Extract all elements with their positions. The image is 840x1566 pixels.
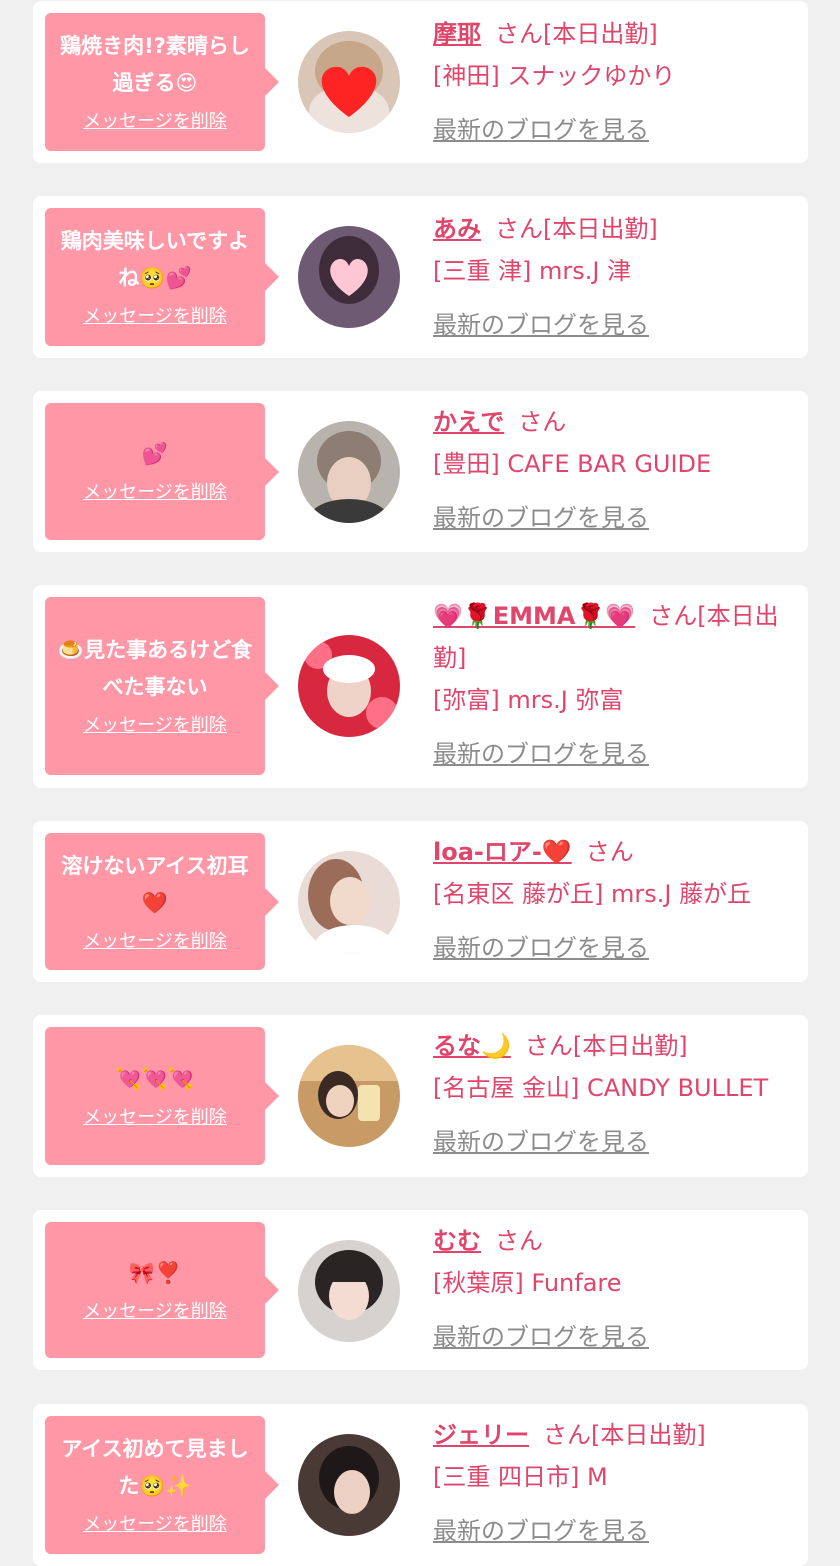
message-bubble: 💕 メッセージを削除 xyxy=(45,403,279,540)
avatar[interactable] xyxy=(298,421,400,523)
delete-message-link[interactable]: メッセージを削除 xyxy=(83,1511,227,1539)
girl-info: 摩耶 さん[本日出勤] [神田] スナックゆかり 最新のブログを見る xyxy=(433,13,788,151)
message-text: 溶けないアイス初耳❤️ xyxy=(61,853,249,915)
shop-line: [三重 四日市] M xyxy=(433,1463,608,1491)
girl-info: 💗🌹EMMA🌹💗 さん[本日出勤] [弥富] mrs.J 弥富 最新のブログを見る xyxy=(433,595,788,775)
shop-line: [名東区 藤が丘] mrs.J 藤が丘 xyxy=(433,880,752,908)
delete-message-link[interactable]: メッセージを削除 xyxy=(83,712,227,740)
avatar[interactable] xyxy=(298,1240,400,1342)
delete-message-link[interactable]: メッセージを削除 xyxy=(83,108,227,136)
message-card: 溶けないアイス初耳❤️ メッセージを削除 loa-ロア-❤️ さん [名東区 藤が… xyxy=(33,821,808,982)
delete-message-link[interactable]: メッセージを削除 xyxy=(83,303,227,331)
delete-message-link[interactable]: メッセージを削除 xyxy=(83,928,227,956)
message-card: 🍮見た事あるけど食べた事ない メッセージを削除 💗🌹EMMA🌹💗 さん[本日出勤]… xyxy=(33,585,808,788)
message-bubble: 💘💘💘 メッセージを削除 xyxy=(45,1027,279,1165)
delete-message-link[interactable]: メッセージを削除 xyxy=(83,479,227,507)
delete-message-link[interactable]: メッセージを削除 xyxy=(83,1298,227,1326)
latest-blog-link[interactable]: 最新のブログを見る xyxy=(433,109,649,151)
message-text: アイス初めて見ました🥺✨ xyxy=(61,1437,249,1498)
avatar[interactable] xyxy=(298,31,400,133)
girl-status: さん[本日出勤] xyxy=(495,215,658,243)
avatar[interactable] xyxy=(298,1045,400,1147)
message-card: アイス初めて見ました🥺✨ メッセージを削除 ジェリー さん[本日出勤] [三重 四… xyxy=(33,1404,808,1566)
shop-line: [名古屋 金山] CANDY BULLET xyxy=(433,1074,769,1102)
girl-name-link[interactable]: loa-ロア-❤️ xyxy=(433,838,572,866)
girl-info: ジェリー さん[本日出勤] [三重 四日市] M 最新のブログを見る xyxy=(433,1414,788,1552)
name-line: むむ さん xyxy=(433,1220,788,1262)
girl-name-link[interactable]: 💗🌹EMMA🌹💗 xyxy=(433,602,635,630)
latest-blog-link[interactable]: 最新のブログを見る xyxy=(433,733,649,775)
delete-message-link[interactable]: メッセージを削除 xyxy=(83,1104,227,1132)
message-bubble: 鶏肉美味しいですよね🥺💕 メッセージを削除 xyxy=(45,208,279,346)
girl-info: るな🌙 さん[本日出勤] [名古屋 金山] CANDY BULLET 最新のブログ… xyxy=(433,1025,788,1163)
girl-info: むむ さん [秋葉原] Funfare 最新のブログを見る xyxy=(433,1220,788,1358)
latest-blog-link[interactable]: 最新のブログを見る xyxy=(433,927,649,969)
girl-name-link[interactable]: 摩耶 xyxy=(433,20,481,48)
message-card: 🎀❣️ メッセージを削除 むむ さん [秋葉原] Funfare 最新のブログを見… xyxy=(33,1210,808,1370)
girl-info: あみ さん[本日出勤] [三重 津] mrs.J 津 最新のブログを見る xyxy=(433,208,788,346)
message-bubble: 鶏焼き肉!?素晴らし過ぎる😍 メッセージを削除 xyxy=(45,13,279,151)
shop-line: [秋葉原] Funfare xyxy=(433,1269,622,1297)
shop-line: [三重 津] mrs.J 津 xyxy=(433,257,632,285)
latest-blog-link[interactable]: 最新のブログを見る xyxy=(433,1121,649,1163)
message-card: 💕 メッセージを削除 かえで さん [豊田] CAFE BAR GUIDE 最新の… xyxy=(33,391,808,552)
message-text: 🎀❣️ xyxy=(128,1260,182,1285)
message-card: 💘💘💘 メッセージを削除 るな🌙 さん[本日出勤] [名古屋 金山] CANDY … xyxy=(33,1015,808,1177)
name-line: 摩耶 さん[本日出勤] xyxy=(433,13,788,55)
avatar[interactable] xyxy=(298,635,400,737)
girl-name-link[interactable]: むむ xyxy=(433,1227,481,1255)
name-line: るな🌙 さん[本日出勤] xyxy=(433,1025,788,1067)
name-line: ジェリー さん[本日出勤] xyxy=(433,1414,788,1456)
girl-name-link[interactable]: あみ xyxy=(433,215,481,243)
message-bubble: 🎀❣️ メッセージを削除 xyxy=(45,1222,279,1358)
girl-status: さん[本日出勤] xyxy=(524,1032,688,1060)
shop-line: [豊田] CAFE BAR GUIDE xyxy=(433,450,712,478)
girl-info: loa-ロア-❤️ さん [名東区 藤が丘] mrs.J 藤が丘 最新のブログを見… xyxy=(433,831,788,969)
shop-line: [神田] スナックゆかり xyxy=(433,62,676,90)
message-card: 鶏肉美味しいですよね🥺💕 メッセージを削除 あみ さん[本日出勤] [三重 津] … xyxy=(33,196,808,358)
girl-status: さん xyxy=(585,838,634,866)
message-bubble: 🍮見た事あるけど食べた事ない メッセージを削除 xyxy=(45,597,279,775)
shop-line: [弥富] mrs.J 弥富 xyxy=(433,686,624,714)
girl-status: さん xyxy=(495,1227,543,1255)
message-text: 💘💘💘 xyxy=(115,1066,195,1091)
avatar[interactable] xyxy=(298,226,400,328)
latest-blog-link[interactable]: 最新のブログを見る xyxy=(433,1316,649,1358)
name-line: 💗🌹EMMA🌹💗 さん[本日出勤] xyxy=(433,595,788,679)
name-line: かえで さん xyxy=(433,401,788,443)
message-card: 鶏焼き肉!?素晴らし過ぎる😍 メッセージを削除 摩耶 さん[本日出勤] [神田] … xyxy=(33,1,808,163)
girl-info: かえで さん [豊田] CAFE BAR GUIDE 最新のブログを見る xyxy=(433,401,788,539)
message-text: 鶏肉美味しいですよね🥺💕 xyxy=(60,229,250,290)
name-line: あみ さん[本日出勤] xyxy=(433,208,788,250)
girl-name-link[interactable]: かえで xyxy=(433,408,504,436)
girl-name-link[interactable]: るな🌙 xyxy=(433,1032,511,1060)
girl-name-link[interactable]: ジェリー xyxy=(433,1421,529,1449)
latest-blog-link[interactable]: 最新のブログを見る xyxy=(433,304,649,346)
message-text: 💕 xyxy=(141,442,169,466)
name-line: loa-ロア-❤️ さん xyxy=(433,831,788,873)
message-bubble: 溶けないアイス初耳❤️ メッセージを削除 xyxy=(45,833,279,970)
message-text: 鶏焼き肉!?素晴らし過ぎる😍 xyxy=(60,34,250,95)
avatar[interactable] xyxy=(298,1434,400,1536)
avatar[interactable] xyxy=(298,851,400,953)
message-bubble: アイス初めて見ました🥺✨ メッセージを削除 xyxy=(45,1416,279,1554)
girl-status: さん[本日出勤] xyxy=(543,1421,706,1449)
latest-blog-link[interactable]: 最新のブログを見る xyxy=(433,497,649,539)
girl-status: さん[本日出勤] xyxy=(495,20,658,48)
girl-status: さん xyxy=(518,408,567,436)
message-text: 🍮見た事あるけど食べた事ない xyxy=(57,638,253,699)
latest-blog-link[interactable]: 最新のブログを見る xyxy=(433,1510,649,1552)
